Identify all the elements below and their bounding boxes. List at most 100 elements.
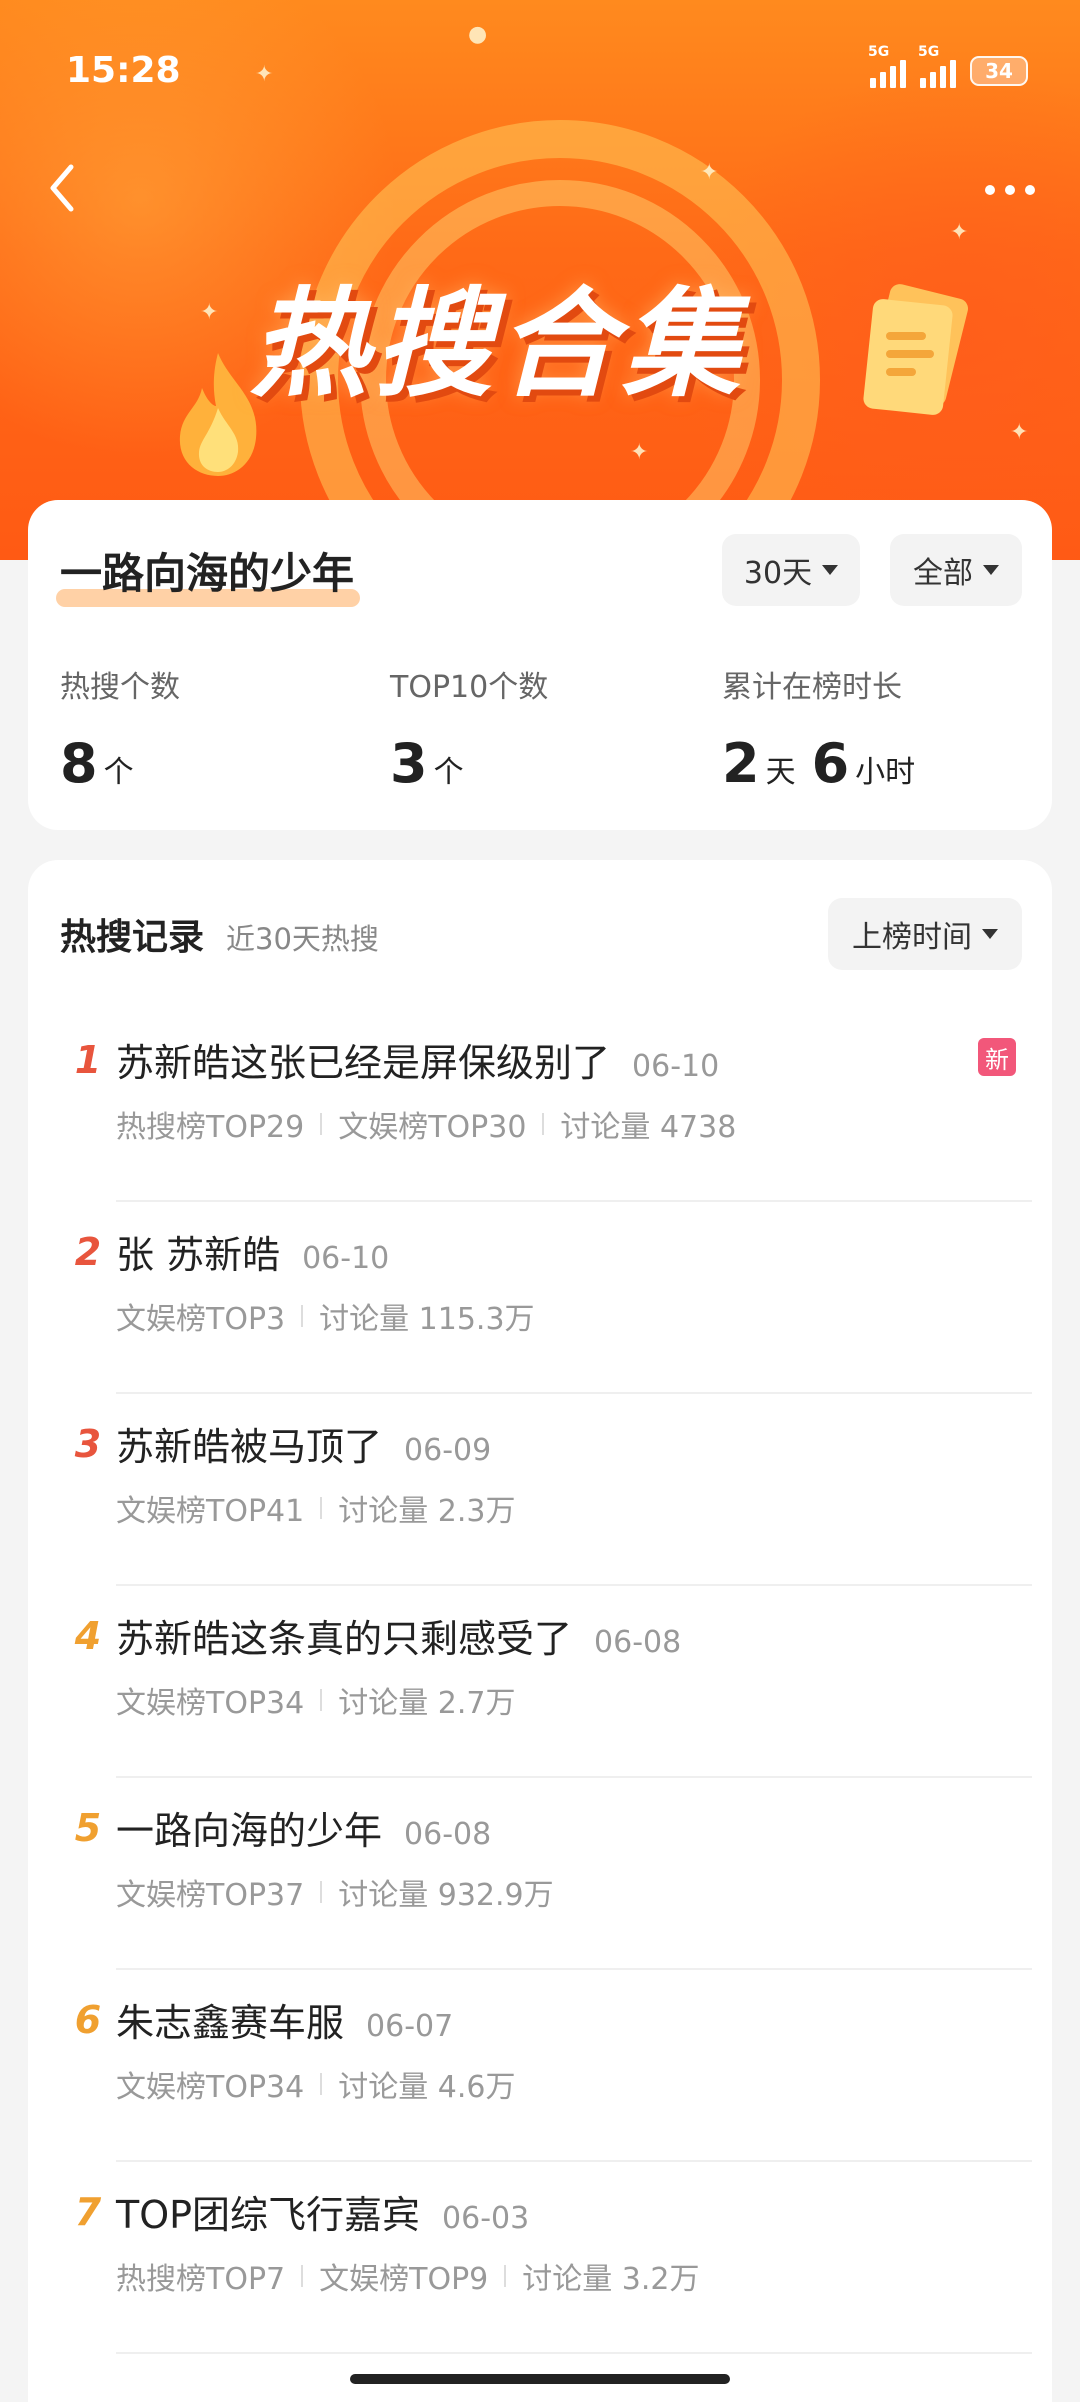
stat-label: 热搜个数 (60, 670, 180, 705)
new-badge: 新 (978, 1038, 1016, 1076)
item-meta: 文娱榜TOP9 (319, 2262, 489, 2297)
scope-filter-label: 全部 (913, 556, 973, 591)
item-date: 06-08 (594, 1625, 682, 1660)
records-card: 热搜记录 近30天热搜 上榜时间 1 苏新皓这张已经是屏保级别了 06-10 热搜榜T… (28, 860, 1052, 2402)
caret-down-icon (982, 929, 998, 939)
rank-number: 3 (74, 1422, 102, 1466)
meta-separator (301, 2265, 304, 2287)
days-filter-label: 30天 (743, 556, 813, 591)
item-meta: 热搜榜TOP29 (116, 1110, 305, 1145)
meta-separator (542, 1113, 545, 1135)
item-meta: 文娱榜TOP3 (116, 1302, 286, 1337)
sort-label: 上榜时间 (852, 920, 972, 955)
sparkle-icon: ✦ (700, 160, 719, 185)
rank-number: 5 (74, 1806, 102, 1850)
scope-filter-dropdown[interactable]: 全部 (890, 534, 1022, 606)
sparkle-icon: ✦ (630, 440, 649, 465)
rank-number: 1 (74, 1038, 102, 1082)
summary-card: 一路向海的少年 30天 全部 热搜个数 8 个 TOP10个数 3 个 累计在榜… (28, 500, 1052, 830)
status-bar: 15:28 5G 5G 34 (0, 0, 1080, 120)
item-meta: 文娱榜TOP34 (116, 1686, 305, 1721)
dot-icon (1025, 185, 1035, 195)
dot-icon (985, 185, 995, 195)
records-header: 热搜记录 近30天热搜 (60, 908, 379, 960)
caret-down-icon (822, 565, 839, 575)
stat-value: 3 (390, 732, 428, 795)
rank-number: 4 (74, 1614, 102, 1658)
sparkle-icon: ✦ (1010, 420, 1029, 445)
rank-number: 6 (74, 1998, 102, 2042)
list-item[interactable]: 5 一路向海的少年 06-08 文娱榜TOP37 讨论量 932.9万 (28, 1778, 1052, 1970)
divider (116, 2352, 1032, 2354)
stat-value-days: 2 (722, 732, 760, 795)
list-item[interactable]: 6 朱志鑫赛车服 06-07 文娱榜TOP34 讨论量 4.6万 (28, 1970, 1052, 2162)
stat-value: 8 (60, 732, 98, 795)
meta-separator (320, 1497, 323, 1519)
sort-dropdown[interactable]: 上榜时间 (828, 898, 1022, 970)
meta-separator (320, 1689, 323, 1711)
stat-unit: 个 (433, 755, 464, 790)
item-meta: 文娱榜TOP34 (116, 2070, 305, 2105)
rank-number: 2 (74, 1230, 102, 1274)
meta-separator (301, 1305, 304, 1327)
item-meta: 热搜榜TOP7 (116, 2262, 286, 2297)
more-options-button[interactable] (970, 165, 1050, 215)
item-meta: 文娱榜TOP37 (116, 1878, 305, 1913)
rank-number: 7 (74, 2190, 102, 2234)
item-date: 06-07 (366, 2009, 454, 2044)
list-item[interactable]: 2 张 苏新皓 06-10 文娱榜TOP3 讨论量 115.3万 (28, 1202, 1052, 1394)
item-title: 苏新皓这张已经是屏保级别了 (116, 1041, 611, 1085)
list-item[interactable]: 4 苏新皓这条真的只剩感受了 06-08 文娱榜TOP34 讨论量 2.7万 (28, 1586, 1052, 1778)
status-icons: 5G 5G 34 (868, 44, 1028, 88)
page: ✦ ● ✦ ✦ ✦ ✦ ✦ 热搜合集 15:28 5G 5G 34 一路向海的少… (0, 0, 1080, 2402)
folder-icon (863, 284, 968, 415)
item-meta: 讨论量 115.3万 (319, 1302, 535, 1337)
battery-level: 34 (985, 59, 1013, 83)
sparkle-icon: ✦ (200, 300, 219, 325)
stat-label: 累计在榜时长 (722, 670, 902, 705)
item-title: TOP团综飞行嘉宾 (116, 2193, 421, 2237)
item-date: 06-08 (404, 1817, 492, 1852)
dot-icon (1005, 185, 1015, 195)
chevron-left-icon (50, 164, 74, 212)
item-meta: 讨论量 932.9万 (338, 1878, 554, 1913)
battery-icon: 34 (970, 56, 1028, 86)
meta-separator (320, 1881, 323, 1903)
stat-label: TOP10个数 (390, 670, 549, 705)
item-meta: 文娱榜TOP41 (116, 1494, 305, 1529)
item-title: 苏新皓被马顶了 (116, 1425, 383, 1469)
status-time: 15:28 (66, 50, 181, 91)
stat-hot-search-count: 热搜个数 8 个 (60, 662, 180, 795)
item-date: 06-03 (442, 2201, 530, 2236)
item-meta: 讨论量 3.2万 (522, 2262, 700, 2297)
records-subtitle: 近30天热搜 (226, 922, 379, 956)
item-meta: 文娱榜TOP30 (338, 1110, 527, 1145)
item-meta: 讨论量 4.6万 (338, 2070, 516, 2105)
stat-unit-hours: 小时 (855, 755, 916, 790)
list-item[interactable]: 3 苏新皓被马顶了 06-09 文娱榜TOP41 讨论量 2.3万 (28, 1394, 1052, 1586)
item-meta: 讨论量 4738 (560, 1110, 737, 1145)
item-date: 06-10 (302, 1241, 390, 1276)
item-date: 06-09 (404, 1433, 492, 1468)
home-indicator[interactable] (350, 2374, 730, 2384)
item-title: 苏新皓这条真的只剩感受了 (116, 1617, 573, 1661)
meta-separator (320, 2073, 323, 2095)
item-title: 一路向海的少年 (116, 1809, 383, 1853)
stat-top10-count: TOP10个数 3 个 (390, 662, 548, 795)
caret-down-icon (983, 565, 999, 575)
list-item[interactable]: 1 苏新皓这张已经是屏保级别了 06-10 热搜榜TOP29 文娱榜TOP30 讨论量 4… (28, 1010, 1052, 1202)
stat-total-duration: 累计在榜时长 2 天 6 小时 (722, 662, 915, 795)
back-button[interactable] (32, 158, 92, 218)
meta-separator (504, 2265, 507, 2287)
list-item[interactable]: 7 TOP团综飞行嘉宾 06-03 热搜榜TOP7 文娱榜TOP9 讨论量 3.2万 (28, 2162, 1052, 2354)
banner-title: 热搜合集 (250, 275, 747, 413)
item-meta: 讨论量 2.3万 (338, 1494, 516, 1529)
item-title: 朱志鑫赛车服 (116, 2001, 345, 2045)
days-filter-dropdown[interactable]: 30天 (722, 534, 860, 606)
topic-title-text: 一路向海的少年 (60, 549, 355, 598)
meta-separator (320, 1113, 323, 1135)
stat-unit-days: 天 (765, 755, 796, 790)
item-title: 张 苏新皓 (116, 1233, 281, 1277)
topic-title: 一路向海的少年 (56, 540, 361, 607)
network-type-label: 5G (868, 44, 890, 60)
